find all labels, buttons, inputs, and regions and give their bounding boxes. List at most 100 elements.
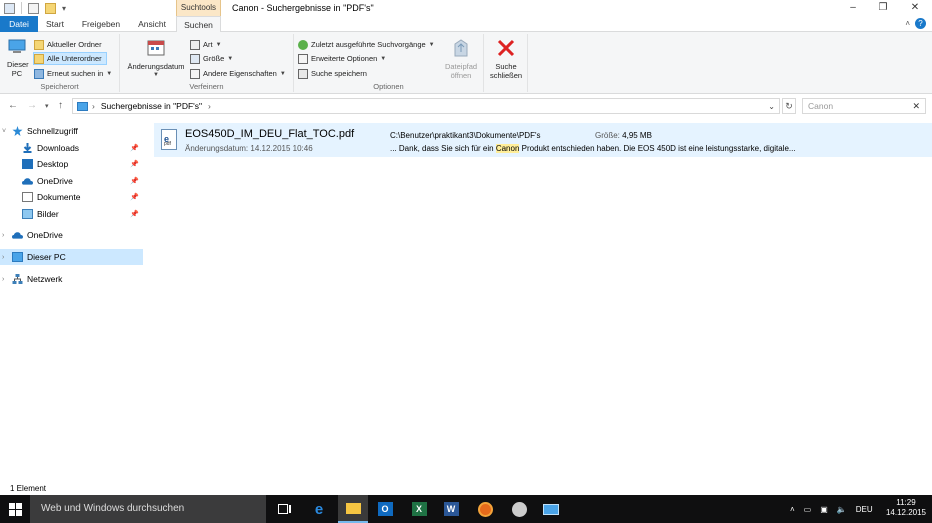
close-button[interactable]: ✕ [898,0,932,16]
snippet-highlight: Canon [495,144,520,153]
recent-locations-icon[interactable]: ▾ [45,102,49,110]
pin-icon[interactable]: 📌 [130,177,139,185]
tab-suchen[interactable]: Suchen [176,16,221,33]
checkmark-doc-icon[interactable] [28,2,39,14]
snippet-after: Produkt entschieden haben. Die EOS 450D … [519,144,796,153]
andere-eigenschaften-button[interactable]: Andere Eigenschaften ▼ [190,67,286,80]
edge-icon: e [314,500,324,518]
back-arrow-icon[interactable]: ← [8,100,18,111]
taskbar-search-input[interactable]: Web und Windows durchsuchen [30,495,266,523]
pin-icon[interactable]: 📌 [130,144,139,152]
nav-item-netzwerk[interactable]: › Netzwerk [2,271,62,287]
date-value: 14.12.2015 10:46 [250,144,313,153]
group-speicherort: Dieser PC Aktueller Ordner Alle Unterord… [0,34,120,92]
minimize-button[interactable]: – [836,0,870,16]
tab-ansicht[interactable]: Ansicht [132,16,172,32]
options-icon [298,53,308,64]
aenderungsdatum-button[interactable]: Änderungsdatum ▼ [124,38,188,80]
chevron-down-icon: ▼ [227,55,234,62]
tab-freigeben[interactable]: Freigeben [78,16,124,32]
clock[interactable]: 11:29 14.12.2015 [886,498,926,518]
alle-unterordner-button[interactable]: Alle Unterordner [33,52,107,65]
new-folder-icon[interactable] [45,2,56,14]
nav-item-downloads[interactable]: Downloads 📌 [12,140,145,156]
item-count: 1 Element [10,484,47,493]
excel-button[interactable]: X [404,495,434,523]
task-view-button[interactable] [270,495,300,523]
nav-item-desktop[interactable]: Desktop 📌 [12,156,145,172]
refresh-icon[interactable]: ↻ [782,98,796,114]
suche-schliessen-button[interactable]: Suche schließen [487,38,525,80]
documents-icon [22,192,33,202]
help-icon[interactable]: ? [915,18,926,29]
word-button[interactable]: W [436,495,466,523]
volume-icon[interactable]: 🔈 [837,505,847,514]
breadcrumb-path[interactable]: Suchergebnisse in "PDF's" [101,101,202,111]
result-snippet: ... Dank, dass Sie sich für ein Canon Pr… [390,144,796,153]
nav-item-onedrive-quick[interactable]: OneDrive 📌 [12,173,145,189]
result-item[interactable]: e pdf EOS450D_IM_DEU_Flat_TOC.pdf Änderun… [154,123,932,157]
calendar-icon [147,40,165,56]
search-input[interactable]: Canon ✕ [802,98,926,114]
search-results-icon [77,101,88,111]
tab-datei[interactable]: Datei [0,16,38,32]
nav-label: OneDrive [27,230,63,240]
outlook-button[interactable]: O [370,495,400,523]
erneut-suchen-button[interactable]: Erneut suchen in ▼ [34,67,112,80]
address-bar[interactable]: › Suchergebnisse in "PDF's" › ⌄ [72,98,780,114]
collapse-ribbon-icon[interactable]: ˄ [905,19,910,28]
schliessen-label-1: Suche [495,62,517,71]
chevron-right-icon[interactable]: › [2,254,12,261]
pin-icon[interactable]: 📌 [130,160,139,168]
zuletzt-ausgefuehrt-button[interactable]: Zuletzt ausgeführte Suchvorgänge ▼ [298,38,435,51]
art-button[interactable]: Art ▼ [190,38,222,51]
star-icon [12,126,23,136]
nav-item-dieser-pc[interactable]: › Dieser PC [0,249,143,265]
show-hidden-icons-icon[interactable]: ˄ [790,505,795,514]
chevron-right-icon[interactable]: › [2,276,12,283]
search-folder-icon [34,68,44,79]
properties-icon[interactable] [4,2,15,14]
firefox-button[interactable] [470,495,500,523]
chevron-right-icon[interactable]: › [2,232,12,239]
groesse-button[interactable]: Größe ▼ [190,52,233,65]
speichern-label: Suche speichern [311,69,367,78]
group-label-verfeinern: Verfeinern [189,82,224,91]
suche-speichern-button[interactable]: Suche speichern [298,67,367,80]
result-filename[interactable]: EOS450D_IM_DEU_Flat_TOC.pdf [185,128,354,140]
chevron-down-icon[interactable]: ˅ [2,128,12,135]
nav-item-schnellzugriff[interactable]: ˅ Schnellzugriff [2,123,78,139]
nav-label: Schnellzugriff [27,126,78,136]
erweiterte-optionen-button[interactable]: Erweiterte Optionen ▼ [298,52,386,65]
app-button[interactable] [504,495,534,523]
nav-item-onedrive[interactable]: › OneDrive [2,227,63,243]
group-label-speicherort: Speicherort [40,82,79,91]
up-arrow-icon[interactable]: ↑ [58,100,63,111]
file-explorer-button[interactable] [338,495,368,523]
clear-search-icon[interactable]: ✕ [912,99,920,113]
nav-item-dokumente[interactable]: Dokumente 📌 [12,189,145,205]
close-search-icon [497,39,515,57]
maximize-button[interactable]: ❐ [866,0,900,16]
pin-icon[interactable]: 📌 [130,210,139,218]
battery-icon[interactable]: ▭ [804,505,812,514]
nav-item-bilder[interactable]: Bilder 📌 [12,206,145,222]
edge-button[interactable]: e [304,495,334,523]
pin-icon[interactable]: 📌 [130,193,139,201]
tab-start[interactable]: Start [40,16,70,32]
system-tray: ˄ ▭ ▣ 🔈 DEU [790,495,873,523]
aktueller-ordner-button[interactable]: Aktueller Ordner [34,38,102,51]
dieser-pc-button[interactable]: Dieser PC [4,36,30,78]
start-button[interactable] [0,495,30,523]
nav-label: Downloads [37,143,80,153]
remote-desktop-button[interactable] [536,495,566,523]
address-dropdown-icon[interactable]: ⌄ [768,102,775,111]
result-size: Größe: 4,95 MB [595,131,652,140]
qat-dropdown-icon[interactable]: ▾ [62,4,66,13]
dateipfad-oeffnen-button[interactable]: Dateipfad öffnen [442,38,480,80]
address-row: ← → ▾ ↑ › Suchergebnisse in "PDF's" › ⌄ … [0,94,932,118]
language-indicator[interactable]: DEU [856,505,873,514]
result-date: Änderungsdatum: 14.12.2015 10:46 [185,144,313,153]
forward-arrow-icon[interactable]: → [27,100,37,111]
network-tray-icon[interactable]: ▣ [820,505,828,514]
